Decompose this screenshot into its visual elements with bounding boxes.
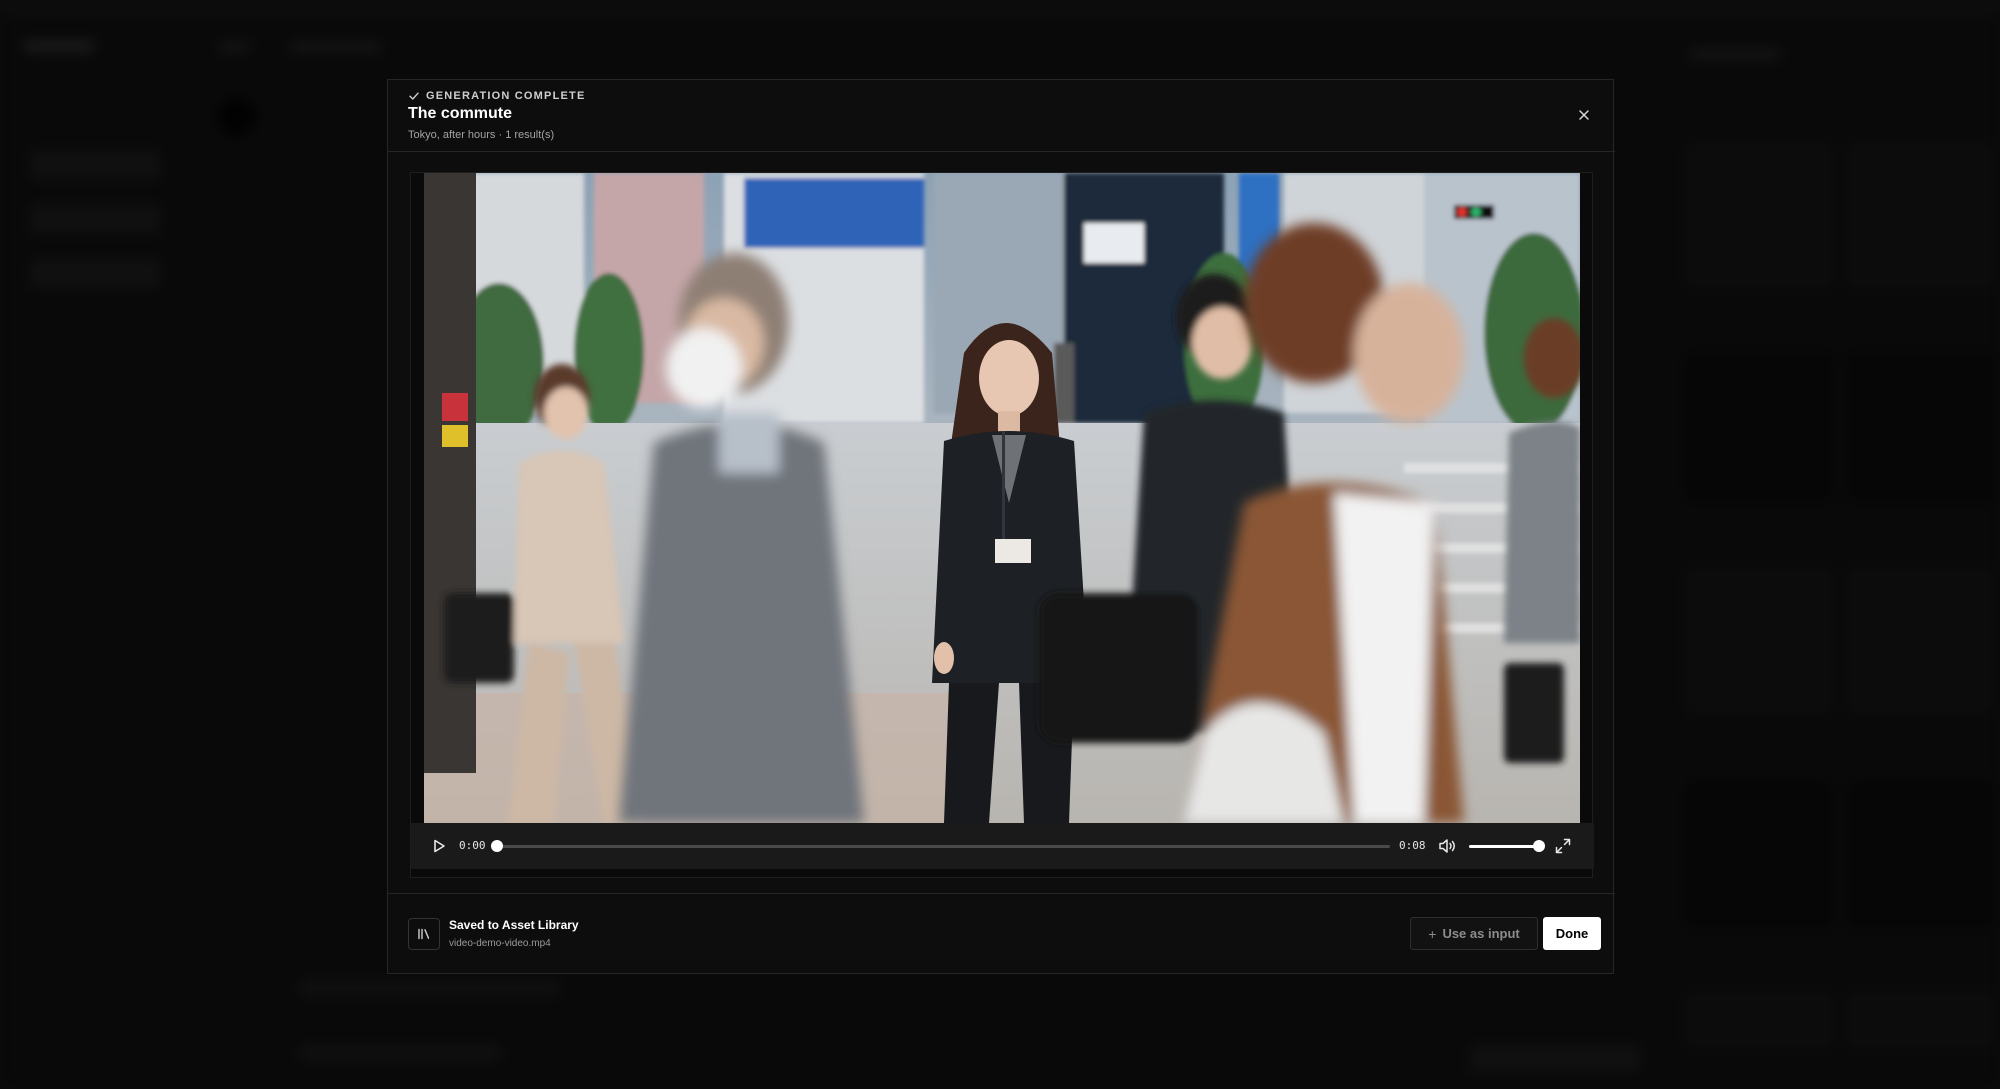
fullscreen-icon	[1555, 838, 1571, 854]
library-icon	[418, 928, 430, 940]
done-button[interactable]: Done	[1543, 917, 1601, 950]
modal-footer: Saved to Asset Library video-demo-video.…	[388, 893, 1615, 975]
mute-button[interactable]	[1437, 837, 1457, 855]
play-button[interactable]	[429, 836, 449, 856]
close-button[interactable]	[1575, 106, 1593, 124]
volume-fill	[1469, 845, 1539, 848]
volume-icon	[1439, 839, 1455, 853]
player-controls: 0:00 0:08	[411, 823, 1594, 869]
progress-bar[interactable]	[491, 840, 1390, 852]
modal-header: GENERATION COMPLETE The commute Tokyo, a…	[388, 80, 1615, 152]
duration: 0:08	[1399, 839, 1426, 852]
generation-result-modal: GENERATION COMPLETE The commute Tokyo, a…	[387, 79, 1615, 975]
check-icon	[409, 92, 419, 100]
plus-icon: +	[1428, 925, 1437, 942]
current-time: 0:00	[459, 839, 486, 852]
use-as-input-label: Use as input	[1442, 926, 1520, 941]
saved-title: Saved to Asset Library	[449, 918, 579, 932]
asset-library-badge	[408, 918, 440, 950]
fullscreen-button[interactable]	[1553, 836, 1573, 856]
play-icon	[434, 839, 445, 853]
volume-handle[interactable]	[1533, 840, 1545, 852]
close-icon	[1579, 110, 1589, 120]
generation-status: GENERATION COMPLETE	[408, 89, 586, 103]
modal-subtitle: Tokyo, after hours · 1 result(s)	[408, 129, 555, 141]
saved-file-name: video-demo-video.mp4	[449, 938, 551, 949]
done-label: Done	[1555, 926, 1589, 941]
progress-handle[interactable]	[491, 840, 503, 852]
status-label: GENERATION COMPLETE	[426, 90, 586, 102]
video-still	[424, 173, 1580, 823]
video-frame[interactable]	[424, 173, 1580, 823]
volume-slider[interactable]	[1469, 840, 1545, 852]
modal-title: The commute	[408, 105, 513, 122]
use-as-input-button[interactable]: + Use as input	[1410, 917, 1538, 950]
video-player: 0:00 0:08	[410, 172, 1594, 878]
